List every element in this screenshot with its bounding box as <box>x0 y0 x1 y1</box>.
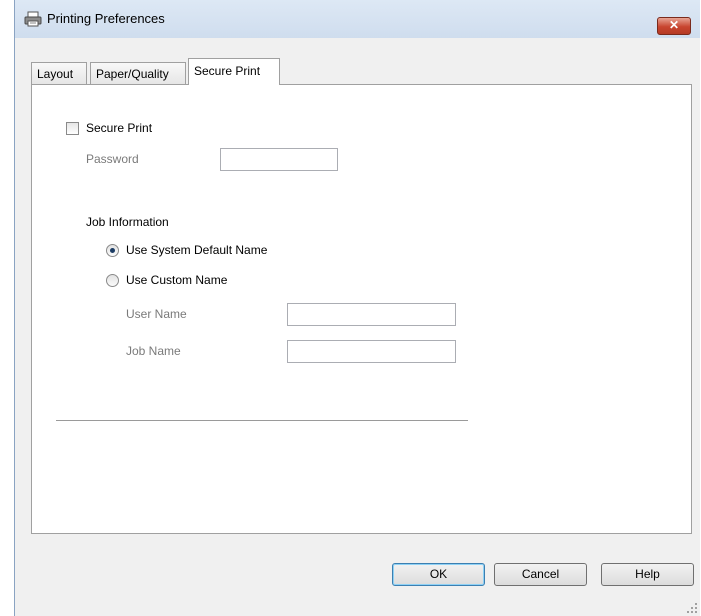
tab-label: Secure Print <box>194 64 261 78</box>
job-information-heading: Job Information <box>86 215 169 229</box>
printer-icon <box>24 11 42 27</box>
printing-preferences-window: Printing Preferences ✕ Layout Paper/Qual… <box>14 0 700 616</box>
job-name-label: Job Name <box>126 344 181 358</box>
user-name-label: User Name <box>126 307 187 321</box>
resize-grip-icon[interactable] <box>686 602 698 614</box>
dialog-client-area: Layout Paper/Quality Secure Print Secure… <box>15 38 700 616</box>
use-custom-name-radio[interactable] <box>106 274 119 287</box>
tab-label: Paper/Quality <box>96 67 169 81</box>
window-title: Printing Preferences <box>47 11 165 26</box>
job-name-field[interactable] <box>287 340 456 363</box>
password-label: Password <box>86 152 139 166</box>
tab-secure-print[interactable]: Secure Print <box>188 58 280 85</box>
title-bar[interactable]: Printing Preferences ✕ <box>15 0 700 38</box>
password-field[interactable] <box>220 148 338 171</box>
use-system-default-name-radio[interactable] <box>106 244 119 257</box>
user-name-field[interactable] <box>287 303 456 326</box>
cancel-button[interactable]: Cancel <box>494 563 587 586</box>
secure-print-panel: Secure Print Password Job Information Us… <box>31 84 692 534</box>
secure-print-checkbox[interactable] <box>66 122 79 135</box>
help-button[interactable]: Help <box>601 563 694 586</box>
close-button[interactable]: ✕ <box>657 17 691 35</box>
tab-label: Layout <box>37 67 74 81</box>
tab-paper-quality[interactable]: Paper/Quality <box>90 62 186 84</box>
close-icon: ✕ <box>668 18 680 32</box>
separator-line <box>56 420 468 421</box>
tab-layout[interactable]: Layout <box>31 62 87 84</box>
secure-print-label[interactable]: Secure Print <box>86 121 152 135</box>
use-system-default-name-label[interactable]: Use System Default Name <box>126 243 267 257</box>
use-custom-name-label[interactable]: Use Custom Name <box>126 273 227 287</box>
ok-button[interactable]: OK <box>392 563 485 586</box>
